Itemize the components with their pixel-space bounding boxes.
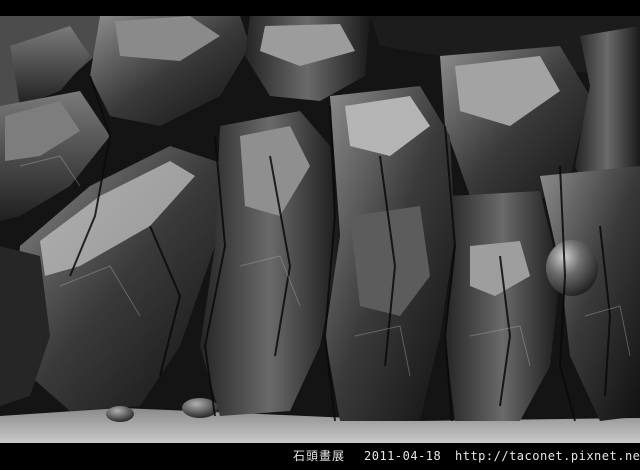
photo-frame: 石頭畫展 2011-04-18 http://taconet.pixnet.ne… (0, 0, 640, 470)
caption-url: http://taconet.pixnet.net (455, 449, 640, 463)
round-boulder (546, 240, 598, 296)
rock-scene (0, 16, 640, 443)
rock-photograph (0, 16, 640, 443)
caption-title: 石頭畫展 (293, 449, 346, 463)
pebble (106, 406, 134, 422)
caption-date: 2011-04-18 (364, 449, 442, 463)
photo-caption: 石頭畫展 2011-04-18 http://taconet.pixnet.ne… (0, 443, 640, 470)
